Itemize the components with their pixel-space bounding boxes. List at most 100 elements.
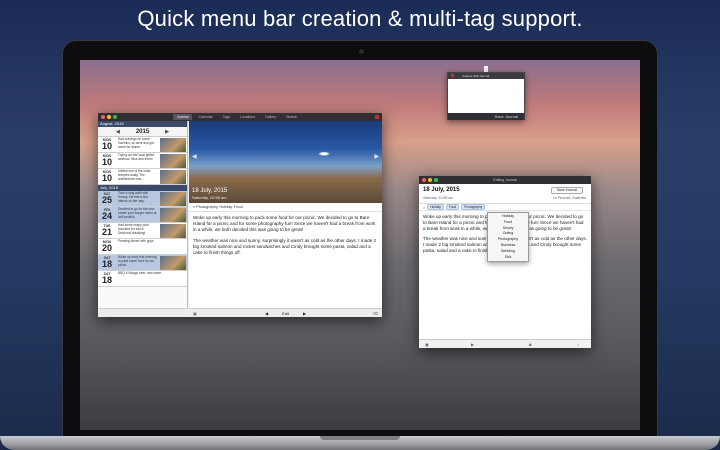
edit-footer: ▣ ▶ ◙ ♪ — [419, 339, 591, 348]
photo-time: Saturday, 10:55 am — [192, 195, 227, 200]
entry-tags: ⌕ Photography, Holiday, Food — [189, 203, 382, 212]
list-item[interactable]: FRI 24 Decided to go for the new create yo… — [98, 207, 187, 223]
next-photo-icon[interactable]: ▶ — [374, 153, 379, 160]
entry-day-number: 25 — [101, 195, 112, 205]
camera-icon[interactable]: ◙ — [529, 342, 531, 347]
list-item[interactable]: SAT 18 Woke up early this morning to pack … — [98, 255, 187, 271]
main-window: Journal Calendar Tags Locations Gallery Searc… — [98, 113, 382, 317]
content-footer: ▣ ◀ Edit ▶ ⌫ — [189, 308, 382, 317]
sidebar: August, 2015 ◀ 2015 ▶ MON 10 Had cravings … — [98, 121, 188, 317]
entry-snippet: Had some crispy pork knuckles for lunch.… — [118, 223, 149, 235]
tag-chip[interactable]: Photography — [461, 204, 486, 210]
list-item[interactable]: SAT 25 Took a long walk with Snowy. He met… — [98, 191, 187, 207]
entry-content: ◀ ▶ 18 July, 2015 Saturday, 10:55 am ⌕ P… — [189, 121, 382, 317]
entry-day: SAT 25 — [98, 191, 116, 206]
list-item[interactable]: SAT 18 BBQ-4 Mango beer, and some... — [98, 271, 187, 287]
tab-journal[interactable]: Journal — [173, 114, 193, 120]
entry-day-number: 10 — [101, 173, 112, 183]
app-icon — [375, 115, 379, 119]
entry-day: SAT 18 — [98, 271, 116, 286]
body-paragraph: Woke up early this morning to pack some … — [193, 215, 376, 232]
prev-year-icon[interactable]: ◀ — [116, 129, 120, 135]
entry-snippet: Woke up early this morning to pack some … — [118, 255, 157, 267]
entry-day-number: 18 — [101, 275, 112, 285]
prev-entry-button[interactable]: ◀ — [265, 311, 268, 316]
entry-snippet: Took a long walk with Snowy. He met a fe… — [118, 191, 149, 203]
desktop-screen: Capture 365 Journal Save Journal Journal… — [80, 60, 640, 430]
prev-photo-icon[interactable]: ◀ — [192, 153, 197, 160]
location-label[interactable]: La Perouse, Australia — [553, 196, 586, 200]
entry-thumbnail — [160, 154, 186, 168]
edit-header: 18 July, 2015 Saturday, 10:55 am Save Jo… — [419, 184, 591, 204]
entry-list: MON 10 Had cravings for some Gazmini, so w… — [98, 137, 187, 287]
tab-calendar[interactable]: Calendar — [194, 114, 216, 120]
tab-bar: Journal Calendar Tags Locations Gallery Searc… — [173, 114, 301, 120]
entry-day-number: 20 — [101, 243, 112, 253]
tag-icon: ⌕ — [423, 204, 426, 210]
edit-button[interactable]: Edit — [282, 311, 289, 316]
entry-snippet: Had cravings for some Gazmini, so went a… — [118, 137, 154, 149]
photo-icon[interactable]: ▣ — [193, 311, 197, 316]
list-item[interactable]: MON 10 Had cravings for some Gazmini, so w… — [98, 137, 187, 153]
entry-snippet: Pending dinner with guys — [118, 239, 154, 243]
entry-day: MON 10 — [98, 137, 116, 152]
app-icon — [451, 74, 454, 77]
minimize-button[interactable] — [107, 115, 111, 119]
popup-text-area[interactable] — [448, 79, 524, 113]
entry-thumbnail — [160, 224, 186, 238]
trash-icon[interactable]: ⌫ — [372, 311, 378, 316]
edit-time[interactable]: Saturday, 10:55 am — [423, 196, 453, 200]
entry-snippet: BBQ-4 Mango beer, and some... — [118, 271, 164, 275]
tab-search[interactable]: Search — [282, 114, 301, 120]
next-year-icon[interactable]: ▶ — [165, 129, 169, 135]
entry-thumbnail — [160, 256, 186, 270]
main-titlebar: Journal Calendar Tags Locations Gallery Searc… — [98, 113, 382, 121]
sidebar-footer — [98, 308, 188, 317]
close-button[interactable] — [101, 115, 105, 119]
popup-titlebar: Capture 365 Journal — [448, 73, 524, 79]
list-item[interactable]: MON 10 Trying out the local grilled seafoo… — [98, 153, 187, 169]
entry-thumbnail — [160, 208, 186, 222]
entry-day: TUE 21 — [98, 223, 116, 238]
next-entry-button[interactable]: ▶ — [303, 311, 306, 316]
entry-thumbnail — [160, 138, 186, 152]
photo-date: 18 July, 2015 — [192, 188, 228, 194]
entry-day-number: 18 — [101, 259, 112, 269]
camera-icon — [359, 49, 364, 54]
entry-day: MON 20 — [98, 239, 116, 254]
edit-titlebar: Editing Journal — [419, 176, 591, 184]
tag-chip[interactable]: Holiday — [427, 204, 444, 210]
entry-snippet: Visited one of the older temples today. … — [118, 169, 151, 181]
entry-day: FRI 24 — [98, 207, 116, 222]
list-item[interactable]: MON 10 Visited one of the older temples to… — [98, 169, 187, 185]
list-item[interactable]: MON 20 Pending dinner with guys — [98, 239, 187, 255]
popup-save-button[interactable]: Save Journal — [448, 113, 524, 120]
photo-icon[interactable]: ▣ — [425, 342, 429, 347]
entry-snippet: Trying out the local grilled seafood. Ni… — [118, 153, 155, 161]
tab-locations[interactable]: Locations — [236, 114, 259, 120]
entry-thumbnail — [160, 170, 186, 184]
dropdown-item[interactable]: Sick — [488, 255, 528, 261]
tag-chip[interactable]: Food — [445, 204, 460, 210]
edit-window-title: Editing Journal — [493, 178, 517, 182]
laptop-notch — [320, 436, 400, 440]
list-item[interactable]: TUE 21 Had some crispy pork knuckles for l… — [98, 223, 187, 239]
video-icon[interactable]: ▶ — [471, 342, 474, 347]
entry-day-number: 10 — [101, 141, 112, 151]
headline: Quick menu bar creation & multi-tag supp… — [137, 6, 583, 31]
tab-gallery[interactable]: Gallery — [261, 114, 280, 120]
entry-day: MON 10 — [98, 153, 116, 168]
entry-day: SAT 18 — [98, 255, 116, 270]
save-journal-button[interactable]: Save Journal — [550, 187, 583, 194]
tag-field[interactable]: ⌕ Holiday Food Photography — [419, 204, 591, 211]
edit-window: Editing Journal 18 July, 2015 Saturday, … — [419, 176, 591, 348]
entry-thumbnail — [160, 192, 186, 206]
entry-day-number: 10 — [101, 157, 112, 167]
entry-photo: ◀ ▶ 18 July, 2015 Saturday, 10:55 am — [189, 121, 382, 203]
mic-icon[interactable]: ♪ — [577, 342, 579, 347]
edit-date[interactable]: 18 July, 2015 — [423, 187, 460, 193]
entry-tags-text: Photography, Holiday, Food — [196, 205, 243, 209]
zoom-button[interactable] — [113, 115, 117, 119]
tab-tags[interactable]: Tags — [219, 114, 234, 120]
year-selector: ◀ 2015 ▶ — [98, 127, 187, 137]
